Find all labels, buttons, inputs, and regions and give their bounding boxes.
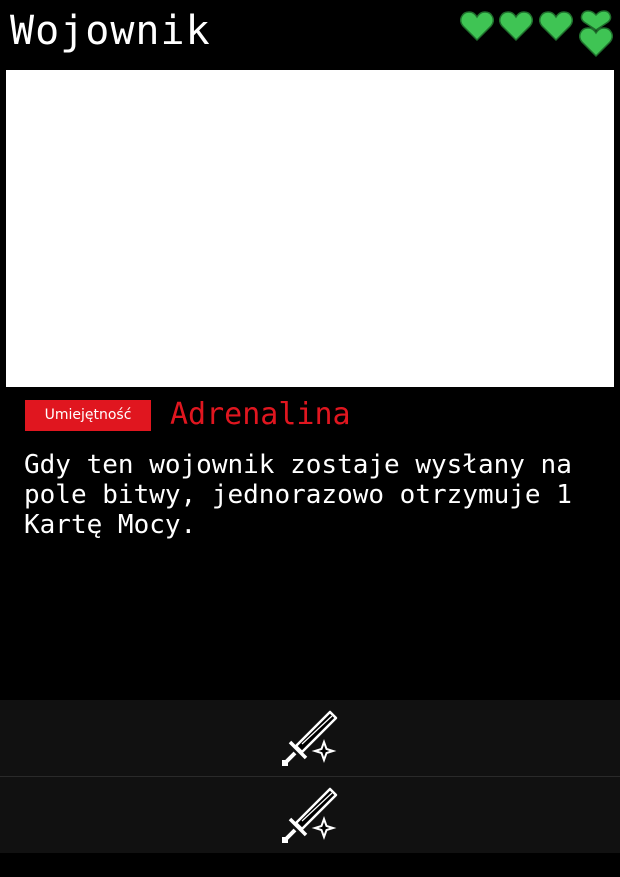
health-hearts <box>460 10 620 60</box>
card-title: Wojownik <box>10 8 211 54</box>
heart-icon <box>460 11 494 42</box>
ability-name: Adrenalina <box>170 397 351 432</box>
heart-icon <box>539 11 573 42</box>
sword-sparkle-icon <box>282 787 338 843</box>
heart-icon <box>579 27 613 58</box>
equipment-slot[interactable] <box>0 700 620 776</box>
heart-icon <box>499 11 533 42</box>
card-artwork <box>6 70 614 387</box>
ability-badge: Umiejętność <box>25 400 151 431</box>
ability-description: Gdy ten wojownik zostaje wysłany na pole… <box>24 450 572 540</box>
sword-sparkle-icon <box>282 710 338 766</box>
equipment-slot[interactable] <box>0 777 620 853</box>
